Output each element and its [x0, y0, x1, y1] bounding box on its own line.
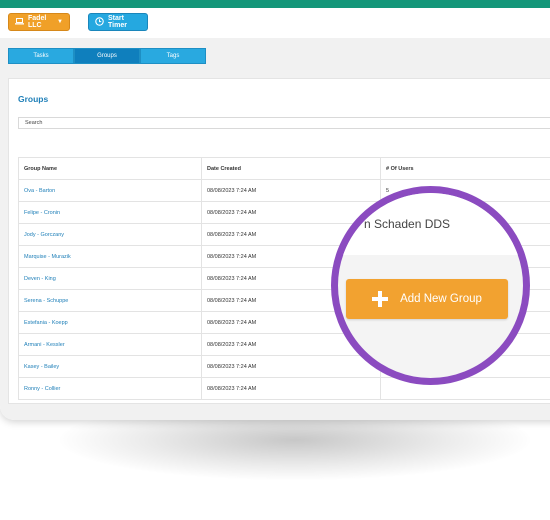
start-timer-button[interactable]: Start Timer: [88, 13, 148, 31]
group-name-link[interactable]: Armani - Kessler: [18, 334, 201, 355]
company-dropdown[interactable]: Fadel LLC ▼: [8, 13, 70, 31]
group-name-link[interactable]: Ova - Barton: [18, 180, 201, 201]
table-header-row: Group Name Date Created # Of Users: [18, 158, 550, 180]
group-name-link[interactable]: Felipe - Cronin: [18, 202, 201, 223]
top-accent-strip: [0, 0, 550, 8]
table-row[interactable]: Ronny - Collier 08/08/2023 7:24 AM: [18, 378, 550, 400]
date-created: 08/08/2023 7:24 AM: [201, 356, 380, 377]
add-new-group-button[interactable]: Add New Group: [346, 279, 508, 319]
chevron-down-icon: ▼: [57, 19, 63, 25]
start-timer-label: Start Timer: [108, 15, 127, 29]
column-header-group-name[interactable]: Group Name: [18, 158, 201, 179]
group-name-link[interactable]: Serena - Schuppe: [18, 290, 201, 311]
column-header-date-created[interactable]: Date Created: [201, 158, 380, 179]
top-bar: Fadel LLC ▼ Start Timer: [0, 8, 550, 39]
company-label: Fadel LLC: [28, 15, 47, 29]
group-name-link[interactable]: Estefania - Koepp: [18, 312, 201, 333]
page-title: Groups: [18, 94, 49, 104]
tab-tasks[interactable]: Tasks: [8, 48, 74, 64]
tab-groups[interactable]: Groups: [74, 48, 140, 64]
add-new-group-label: Add New Group: [400, 293, 482, 305]
search-input[interactable]: Search: [18, 117, 550, 129]
laptop-icon: [15, 17, 28, 27]
clock-icon: [95, 16, 108, 28]
date-created: 08/08/2023 7:24 AM: [201, 378, 380, 399]
tab-tags[interactable]: Tags: [140, 48, 206, 64]
group-name-link[interactable]: Kasey - Bailey: [18, 356, 201, 377]
magnifier-callout: n Schaden DDS Add New Group: [331, 186, 530, 385]
plus-icon: [372, 291, 389, 307]
group-name-link[interactable]: Marquise - Murazik: [18, 246, 201, 267]
column-header-users[interactable]: # Of Users: [380, 158, 550, 179]
magnified-group-name: n Schaden DDS: [364, 217, 451, 231]
group-name-link[interactable]: Deven - King: [18, 268, 201, 289]
group-name-link[interactable]: Ronny - Collier: [18, 378, 201, 399]
tab-bar: Tasks Groups Tags: [8, 48, 206, 64]
group-name-link[interactable]: Jody - Gorczany: [18, 224, 201, 245]
